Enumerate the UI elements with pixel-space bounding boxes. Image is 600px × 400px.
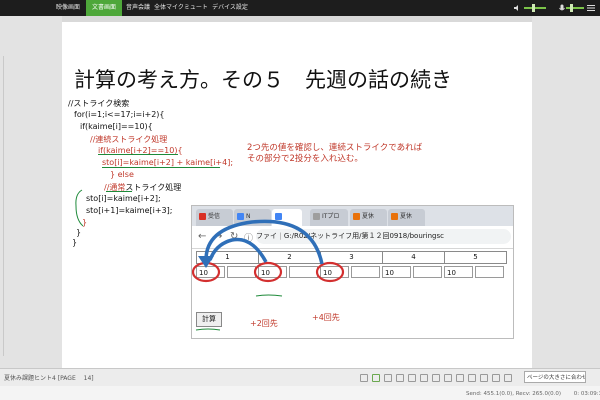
annotation-underline: [255, 294, 283, 297]
code-brace-3: }: [72, 238, 78, 247]
ellipse-tool-icon[interactable]: [420, 374, 428, 382]
speaker-icon[interactable]: [514, 4, 522, 12]
tab-video-screen[interactable]: 映像画面: [50, 0, 86, 16]
clear-tool-icon[interactable]: [480, 374, 488, 382]
text-tool-icon[interactable]: [432, 374, 440, 382]
annotation-underline: [195, 328, 221, 331]
code-brace-2: }: [76, 228, 82, 237]
code-comment-consecutive-strike: //連続ストライク処理: [90, 135, 168, 144]
gutter-divider: [3, 56, 4, 356]
code-comment-strike-search: //ストライク検索: [68, 99, 130, 108]
microphone-icon[interactable]: [558, 4, 566, 12]
eraser-tool-icon[interactable]: [444, 374, 452, 382]
next-page-icon[interactable]: [504, 374, 512, 382]
tab-document-screen[interactable]: 文書画面: [86, 0, 122, 16]
network-info: Send: 455.1(0.0), Recv: 265.0(0.0) 0: 03…: [466, 391, 600, 397]
code-sto-red-line: sto[i]=kaime[i+2] + kaime[i+4];: [102, 158, 234, 167]
code-else-line: } else: [110, 170, 134, 179]
code-sto1-line: sto[i]=kaime[i+2];: [86, 194, 161, 203]
annotation-underline: [102, 167, 220, 168]
left-gutter: [0, 16, 62, 368]
annotation-arrow: [208, 237, 268, 263]
menu-icon[interactable]: [586, 3, 596, 13]
undo-tool-icon[interactable]: [468, 374, 476, 382]
right-panel: [532, 16, 600, 368]
speaker-volume-knob[interactable]: [532, 4, 535, 12]
embedded-browser-screenshot: 受信 N ITプロ 夏休 夏休 ← → ↻ ⓘ ファイ | G:/R02/ネット…: [191, 205, 514, 339]
pen-tool-icon[interactable]: [372, 374, 380, 382]
document-status-bar: 夏休み課題ヒント4 [PAGE 14] ページの大きさに合わせる: [0, 368, 600, 386]
annotation-circle: [253, 261, 283, 283]
annotation-bracket: [75, 189, 84, 227]
speaker-volume-slider[interactable]: [524, 7, 546, 9]
code-if-line: if(kaime[i]==10){: [80, 122, 153, 131]
page-info: 夏休み課題ヒント4 [PAGE 14]: [4, 375, 94, 382]
tab-device-settings[interactable]: デバイス設定: [208, 0, 252, 16]
label-plus2: +2回先: [250, 319, 278, 328]
color-tool-icon[interactable]: [456, 374, 464, 382]
annotation-underline: [106, 191, 132, 192]
slide-title: 計算の考え方。その５ 先週の話の続き: [74, 68, 452, 92]
code-sto2-line: sto[i+1]=kaime[i+3];: [86, 206, 173, 215]
mic-volume-slider[interactable]: [566, 7, 584, 9]
code-for-line: for(i=1;i<=17;i=i+2){: [74, 110, 165, 119]
mic-volume-knob[interactable]: [570, 4, 573, 12]
zoom-select[interactable]: ページの大きさに合わせる: [524, 371, 586, 383]
marker-tool-icon[interactable]: [384, 374, 392, 382]
top-toolbar: 映像画面 文書画面 音声会議 全体マイクミュート デバイス設定: [0, 0, 600, 16]
annotation-arrowhead: [198, 256, 214, 268]
rect-tool-icon[interactable]: [408, 374, 416, 382]
annotation-note-line2: その部分で2投分を入れ込む。: [247, 154, 363, 164]
pointer-tool-icon[interactable]: [360, 374, 368, 382]
network-status-bar: Send: 455.1(0.0), Recv: 265.0(0.0) 0: 03…: [0, 386, 600, 400]
label-plus4: +4回先: [312, 313, 340, 322]
line-tool-icon[interactable]: [396, 374, 404, 382]
document-slide: 計算の考え方。その５ 先週の話の続き //ストライク検索 for(i=1;i<=…: [62, 22, 532, 368]
prev-page-icon[interactable]: [492, 374, 500, 382]
annotation-circle: [315, 261, 345, 283]
annotation-overlay: [192, 219, 345, 331]
tab-audio-conference[interactable]: 音声会議: [122, 0, 154, 16]
annotation-underline: [98, 154, 178, 155]
code-comment-strike-processing: ストライク処理: [125, 183, 182, 192]
tab-mute-all-mics[interactable]: 全体マイクミュート: [154, 0, 208, 16]
